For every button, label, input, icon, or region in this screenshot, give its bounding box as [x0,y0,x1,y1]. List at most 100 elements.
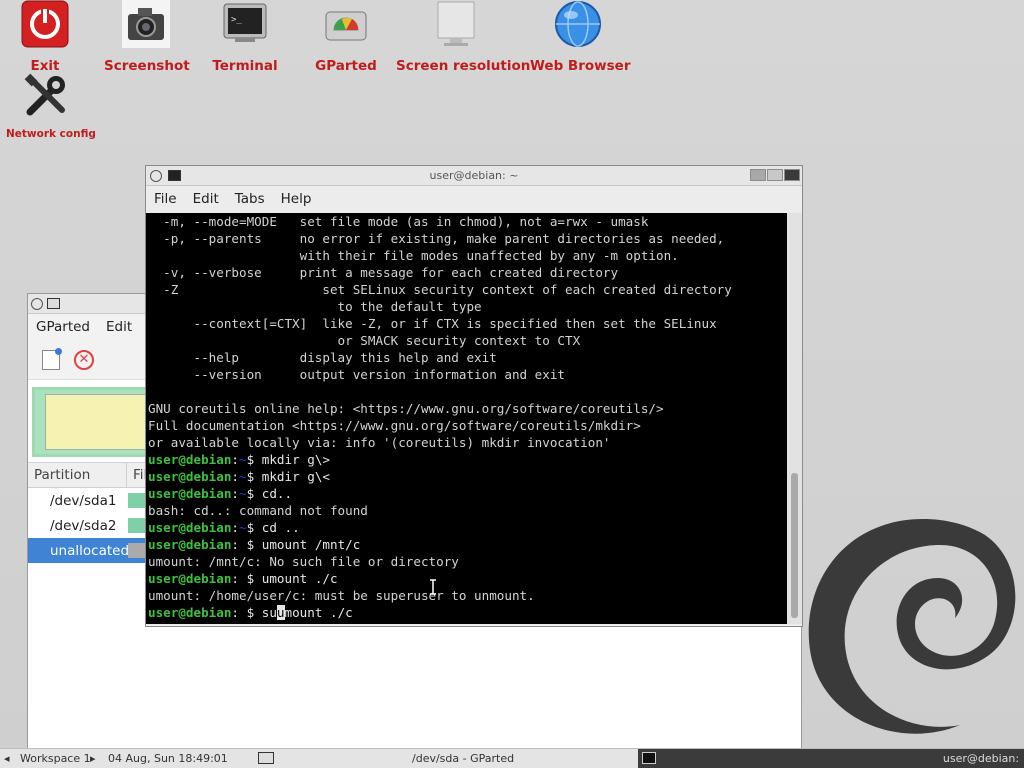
desktop-icon-label: Terminal [212,58,278,74]
menu-tabs[interactable]: Tabs [227,191,273,207]
desktop-icon-label: Network config [6,128,96,140]
show-desktop-icon[interactable] [258,752,274,764]
desktop-icon-gparted[interactable]: GParted [310,0,382,74]
prompt-separator: : [231,469,239,484]
command-text: su [254,605,277,620]
command-text: mkdir g\> [254,452,331,467]
disk-graph-unallocated[interactable] [45,394,147,450]
menu-edit[interactable]: Edit [98,319,140,335]
column-partition[interactable]: Partition [28,467,90,483]
disk-icon [325,11,367,41]
desktop-icon-label: Web Browser [530,58,631,74]
terminal-line: to the default type [148,299,482,314]
command-text: umount ./c [254,571,338,586]
scrollbar-thumb[interactable] [791,473,798,618]
prompt-separator: : [231,520,239,535]
command-text: mount ./c [284,605,353,620]
terminal-line: user@debian:~$ cd .. [148,519,732,536]
workspace-switcher[interactable]: Workspace 1 [20,752,91,765]
command-text: cd .. [254,520,300,535]
desktop-icon-label: Screen resolution [396,58,531,74]
prompt-user: user@debian [148,605,232,620]
terminal-line: user@debian:~$ cd.. [148,485,732,502]
terminal-line: user@debian:~$ mkdir g\< [148,468,732,485]
maximize-button[interactable] [767,169,783,181]
terminal-line: umount: /home/user/c: must be superuser … [148,588,535,603]
monitor-icon [437,1,475,46]
terminal-scrollbar[interactable] [787,213,802,624]
svg-text:>_: >_ [231,15,242,25]
terminal-line: --context[=CTX] like -Z, or if CTX is sp… [148,316,717,331]
terminal-window[interactable]: user@debian: ~ File Edit Tabs Help -m, -… [145,165,803,627]
workspace-next-icon[interactable]: ▸ [90,752,96,765]
command-text: cd.. [254,486,293,501]
partition-name: unallocated [50,542,130,559]
window-menu-icon[interactable] [31,297,43,310]
partition-name: /dev/sda1 [50,492,117,509]
terminal-line: or available locally via: info '(coreuti… [148,435,611,450]
terminal-output: -m, --mode=MODE set file mode (as in chm… [148,213,732,621]
terminal-line: user@debian: $ umount ./c [148,570,732,587]
workspace-prev-icon[interactable]: ◂ [4,752,10,765]
prompt-user: user@debian [148,469,232,484]
menu-file[interactable]: File [146,191,185,207]
partition-name: /dev/sda2 [50,517,117,534]
task-gparted[interactable]: /dev/sda - GParted [412,752,514,765]
terminal-line: -v, --verbose print a message for each c… [148,265,619,280]
close-button[interactable] [784,169,800,181]
terminal-line: user@debian:~$ mkdir g\> [148,451,732,468]
globe-icon [555,1,601,47]
terminal-line: with their file modes unaffected by any … [148,248,679,263]
prompt-symbol: $ [239,537,255,552]
task-terminal-label: user@debian: ~ [942,752,1020,768]
terminal-screen[interactable]: -m, --mode=MODE set file mode (as in chm… [146,213,789,624]
terminal-line: umount: /mnt/c: No such file or director… [148,554,459,569]
taskbar: ◂ Workspace 1 ▸ 04 Aug, Sun 18:49:01 /de… [0,748,1024,768]
partition-row[interactable]: /dev/sda1 [28,488,146,513]
disk-graph[interactable] [32,387,150,457]
prompt-separator: : [231,486,239,501]
terminal-line: user@debian: $ umount /mnt/c [148,536,732,553]
prompt-directory: ~ [239,452,247,467]
menu-edit[interactable]: Edit [185,191,227,207]
terminal-line: --help display this help and exit [148,350,497,365]
desktop-icon-web-browser[interactable]: Web Browser [530,0,631,74]
terminal-icon: >_ [223,3,267,42]
prompt-symbol: $ [239,571,255,586]
desktop-icon-screenshot[interactable]: Screenshot [104,0,190,74]
terminal-line: -m, --mode=MODE set file mode (as in chm… [148,214,649,229]
prompt-separator: : [231,537,239,552]
terminal-line: Full documentation <https://www.gnu.org/… [148,418,641,433]
task-terminal-active[interactable]: user@debian: ~ [638,749,1024,768]
partition-row-selected[interactable]: unallocated [28,538,146,563]
text-cursor-icon [430,579,436,595]
prompt-symbol: $ [239,605,255,620]
desktop-icon-exit[interactable]: Exit [14,0,76,74]
minimize-button[interactable] [750,169,766,181]
desktop-icon-label: Screenshot [104,58,190,74]
desktop-icon-terminal[interactable]: >_ Terminal [208,0,282,74]
prompt-separator: : [231,452,239,467]
desktop-icon-network-config[interactable]: Network config [6,72,96,140]
gparted-app-icon [47,298,60,309]
window-title: user@debian: ~ [429,169,519,182]
terminal-titlebar[interactable]: user@debian: ~ [146,166,802,186]
terminal-line: or SMACK security context to CTX [148,333,581,348]
terminal-line: -Z set SELinux security context of each … [148,282,732,297]
debian-swirl-logo [808,519,1016,734]
menu-gparted[interactable]: GParted [28,319,98,335]
partition-row[interactable]: /dev/sda2 [28,513,146,538]
terminal-line: -p, --parents no error if existing, make… [148,231,725,246]
terminal-line: GNU coreutils online help: <https://www.… [148,401,664,416]
new-partition-icon[interactable] [42,347,62,370]
partition-table-header: Partition Fil [28,462,147,488]
terminal-line: user@debian: $ suumount ./c [148,604,732,621]
terminal-line: --version output version information and… [148,367,566,382]
delete-partition-icon[interactable]: ✕ [74,349,94,370]
desktop-icon-screen-resolution[interactable]: Screen resolution [396,0,531,74]
prompt-user: user@debian [148,571,232,586]
command-text: umount /mnt/c [254,537,361,552]
terminal-line: bash: cd..: command not found [148,503,368,518]
menu-help[interactable]: Help [273,191,320,207]
